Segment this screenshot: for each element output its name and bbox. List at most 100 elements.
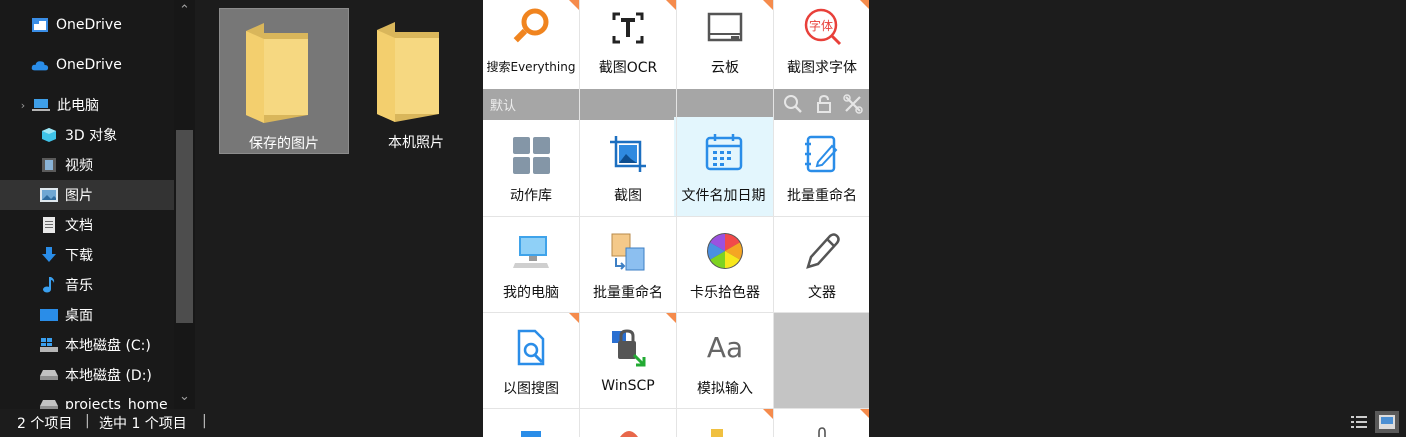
item-count: 2 个项目 bbox=[17, 416, 73, 432]
text-input-icon: Aa bbox=[707, 331, 743, 364]
action-batch-rename[interactable]: 批量重命名 bbox=[580, 217, 676, 312]
scroll-down-arrow-icon[interactable]: ⌄ bbox=[174, 388, 195, 406]
nav-item-documents[interactable]: 文档 bbox=[0, 210, 195, 240]
nav-item-pictures[interactable]: 图片 bbox=[0, 180, 195, 210]
action-library[interactable]: 动作库 bbox=[483, 121, 579, 216]
action-winscp[interactable]: WinSCP bbox=[580, 313, 676, 408]
documents-icon bbox=[40, 216, 58, 234]
action-text-input[interactable]: Aa 模拟输入 bbox=[677, 313, 773, 408]
empty-slot[interactable] bbox=[773, 313, 869, 409]
partial-icon bbox=[620, 431, 638, 437]
corner-badge bbox=[666, 0, 676, 10]
nav-label: 此电脑 bbox=[57, 98, 99, 114]
nav-label: 视频 bbox=[65, 158, 93, 174]
chevron-right-icon[interactable]: › bbox=[17, 99, 29, 112]
action-label: 模拟输入 bbox=[697, 381, 753, 397]
this-pc-icon bbox=[32, 96, 50, 114]
action-cloud-board[interactable]: 云板 bbox=[677, 0, 773, 88]
nav-item-drive-c[interactable]: 本地磁盘 (C:) bbox=[0, 330, 195, 360]
nav-label: OneDrive bbox=[56, 17, 122, 33]
nav-label: 图片 bbox=[65, 188, 93, 204]
action-font-finder[interactable]: 字体 截图求字体 bbox=[774, 0, 869, 88]
notebook-edit-icon bbox=[805, 135, 838, 173]
navigation-pane: OneDrive OneDrive › 此电脑 3D 对象 视频 图片 文档 下… bbox=[0, 0, 195, 409]
action-ocr[interactable]: 截图OCR bbox=[580, 0, 676, 88]
action-partial[interactable] bbox=[580, 409, 676, 437]
nav-item-projects-home[interactable]: projects_home bbox=[0, 390, 195, 409]
action-label: 我的电脑 bbox=[503, 285, 559, 301]
calendar-icon bbox=[705, 134, 743, 171]
corner-badge bbox=[763, 0, 773, 10]
action-partial[interactable] bbox=[483, 409, 579, 437]
action-batch-rename-notebook[interactable]: 批量重命名 bbox=[774, 121, 869, 216]
corner-badge bbox=[763, 409, 773, 419]
tools-icon[interactable] bbox=[843, 94, 863, 114]
image-search-icon bbox=[517, 329, 545, 366]
computer-icon bbox=[513, 236, 549, 268]
nav-item-this-pc[interactable]: › 此电脑 bbox=[0, 90, 191, 120]
search-everything-icon bbox=[513, 8, 549, 43]
drive-icon bbox=[40, 366, 58, 384]
lock-icon[interactable] bbox=[814, 94, 834, 114]
nav-item-drive-d[interactable]: 本地磁盘 (D:) bbox=[0, 360, 195, 390]
pen-icon bbox=[806, 233, 840, 269]
nav-item-downloads[interactable]: 下载 bbox=[0, 240, 195, 270]
svg-text:字体: 字体 bbox=[809, 18, 833, 33]
nav-label: 3D 对象 bbox=[65, 128, 118, 144]
action-label: 文件名加日期 bbox=[681, 188, 766, 204]
grid-line bbox=[579, 0, 580, 437]
details-view-button[interactable] bbox=[1347, 411, 1371, 433]
details-view-icon bbox=[1351, 416, 1367, 428]
action-label: 文器 bbox=[808, 285, 836, 301]
action-label: 搜索Everything bbox=[486, 60, 576, 74]
status-separator: | bbox=[202, 413, 207, 429]
nav-label: 文档 bbox=[65, 218, 93, 234]
action-label: WinSCP bbox=[601, 378, 655, 394]
action-partial[interactable] bbox=[774, 409, 869, 437]
action-my-computer[interactable]: 我的电脑 bbox=[483, 217, 579, 312]
nav-item-desktop[interactable]: 桌面 bbox=[0, 300, 195, 330]
nav-scrollbar[interactable]: ⌃ ⌄ bbox=[174, 0, 195, 409]
partial-icon bbox=[818, 427, 826, 437]
action-label: 云板 bbox=[711, 60, 739, 76]
action-screenshot[interactable]: 截图 bbox=[580, 121, 676, 216]
nav-item-3d-objects[interactable]: 3D 对象 bbox=[0, 120, 195, 150]
action-label: 批量重命名 bbox=[787, 188, 857, 204]
onedrive-cloud-icon bbox=[31, 56, 49, 74]
large-icons-view-button[interactable] bbox=[1375, 411, 1399, 433]
grid-line bbox=[483, 312, 869, 313]
corner-badge bbox=[666, 313, 676, 323]
scroll-thumb[interactable] bbox=[176, 130, 193, 323]
3d-objects-icon bbox=[40, 126, 58, 144]
group-name: 默认 bbox=[490, 99, 517, 114]
nav-item-onedrive-folder[interactable]: OneDrive bbox=[0, 10, 195, 40]
winscp-icon bbox=[612, 329, 646, 367]
action-image-search[interactable]: 以图搜图 bbox=[483, 313, 579, 408]
action-label: 截图求字体 bbox=[787, 60, 857, 76]
corner-badge bbox=[569, 0, 579, 10]
nav-item-videos[interactable]: 视频 bbox=[0, 150, 195, 180]
action-filename-date[interactable]: 文件名加日期 bbox=[674, 117, 773, 216]
selected-count: 选中 1 个项目 bbox=[99, 416, 187, 432]
nav-item-onedrive[interactable]: OneDrive bbox=[0, 50, 195, 80]
action-search-everything[interactable]: 搜索Everything bbox=[483, 0, 579, 88]
file-list-area: 保存的图片 本机照片 bbox=[197, 0, 483, 409]
nav-label: 音乐 bbox=[65, 278, 93, 294]
folder-item[interactable]: 保存的图片 bbox=[219, 8, 349, 154]
nav-label: 本地磁盘 (C:) bbox=[65, 338, 151, 354]
grid-line bbox=[483, 408, 869, 409]
nav-item-music[interactable]: 音乐 bbox=[0, 270, 195, 300]
folder-icon bbox=[377, 22, 439, 122]
action-color-picker[interactable]: 卡乐拾色器 bbox=[677, 217, 773, 312]
nav-label: OneDrive bbox=[56, 57, 122, 73]
downloads-icon bbox=[40, 246, 58, 264]
screenshot-icon bbox=[610, 136, 646, 172]
scroll-up-arrow-icon[interactable]: ⌃ bbox=[174, 2, 195, 20]
folder-item[interactable]: 本机照片 bbox=[351, 8, 481, 154]
corner-badge bbox=[860, 0, 869, 10]
search-icon[interactable] bbox=[783, 94, 803, 114]
action-label: 批量重命名 bbox=[593, 285, 663, 301]
action-pen[interactable]: 文器 bbox=[774, 217, 869, 312]
nav-label: projects_home bbox=[65, 397, 168, 409]
action-partial[interactable] bbox=[677, 409, 773, 437]
